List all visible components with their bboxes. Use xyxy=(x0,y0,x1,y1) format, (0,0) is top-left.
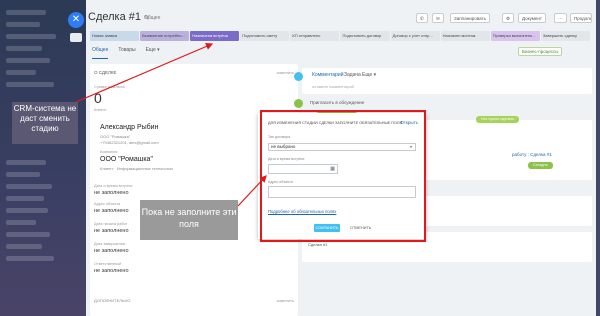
stage-item[interactable]: Новая заявка xyxy=(90,31,140,41)
phone-icon: ✆ xyxy=(420,16,424,21)
field-value: не заполнено xyxy=(94,248,129,254)
stage-item[interactable]: Выявление потребно... xyxy=(140,31,190,41)
edit-additional-link[interactable]: изменить xyxy=(277,298,294,303)
sidebar-ghost-line xyxy=(6,208,48,213)
client-label: Клиент xyxy=(94,108,107,112)
menu-toggle-button[interactable] xyxy=(70,33,82,42)
sidebar-ghost-line xyxy=(6,232,50,237)
tab-comment[interactable]: Комментарий xyxy=(312,72,344,78)
app-sidebar-backdrop xyxy=(0,0,86,316)
field-value: не заполнено xyxy=(94,268,129,274)
business-process-button[interactable]: Бизнес-процессы xyxy=(518,47,563,56)
stage-item[interactable]: Подготовить договор xyxy=(340,31,390,41)
sidebar-ghost-line xyxy=(6,184,52,189)
annotation-middle: Пока не заполните эти поля xyxy=(140,200,238,240)
sidebar-ghost-line xyxy=(6,58,50,63)
sidebar-ghost-line xyxy=(6,34,56,39)
deal-tabs: Общее Товары Еще ▾ xyxy=(92,47,160,59)
tab-general[interactable]: Общее xyxy=(92,47,109,59)
field-label: Дата начала работ xyxy=(94,222,128,226)
chat-icon xyxy=(294,99,303,108)
field-value: не заполнено xyxy=(94,208,129,214)
field-label: Дата и время встречи xyxy=(94,184,133,188)
contact-company: ООО "Ромашка" xyxy=(100,134,131,139)
more-button[interactable]: ⋯ xyxy=(554,13,567,23)
field-label: Адрес объекта xyxy=(94,202,121,206)
sum-label: Сумма и валюта xyxy=(94,84,125,89)
comment-input[interactable]: оставьте комментарий xyxy=(312,84,354,89)
task-pill: Что нужно сделать xyxy=(476,116,520,123)
company-sub: Клиент · Информационные технологии xyxy=(100,166,173,171)
stage-item[interactable]: КП отправлено xyxy=(290,31,340,41)
field-label: Дата завершения xyxy=(94,242,125,246)
today-pill: Сегодня xyxy=(528,162,553,169)
additional-section-title: ДОПОЛНИТЕЛЬНО xyxy=(94,298,131,303)
tab-task[interactable]: Задача xyxy=(344,72,361,78)
sum-value: 0 xyxy=(94,90,102,106)
plan-button[interactable]: Запланировать xyxy=(450,13,490,23)
edit-section-link[interactable]: изменить xyxy=(277,70,294,75)
field-label: Ответственный xyxy=(94,262,122,266)
comment-icon xyxy=(294,72,303,81)
deal-reference[interactable]: Сделка #1 xyxy=(308,242,327,247)
sidebar-ghost-line xyxy=(6,160,46,165)
stage-item[interactable]: Назначен монтаж xyxy=(440,31,490,41)
continue-button[interactable]: Продолжение xyxy=(570,13,592,23)
sidebar-ghost-line xyxy=(6,196,44,201)
sidebar-ghost-line xyxy=(6,244,42,249)
mail-button[interactable]: ✉ xyxy=(432,13,444,23)
annotation-highlight-box xyxy=(260,110,426,242)
stage-item[interactable]: Договор с учет отпр... xyxy=(390,31,440,41)
feed-editor: Комментарий Задача Еще ▾ оставьте коммен… xyxy=(302,68,592,94)
stage-item[interactable]: Подготовить смету xyxy=(240,31,290,41)
invite-link[interactable]: Пригласить в обсуждение xyxy=(310,100,364,105)
stage-bar: Новая заявка Выявление потребно... Назна… xyxy=(90,31,590,41)
contact-phone[interactable]: +79462321201, alex@gmail.com xyxy=(100,140,159,145)
contact-name[interactable]: Александр Рыбин xyxy=(100,124,158,131)
mail-icon: ✉ xyxy=(436,16,440,21)
field-value: не заполнено xyxy=(94,228,129,234)
sidebar-ghost-line xyxy=(6,82,54,87)
annotation-left: CRM-система не даст сменить стадию xyxy=(12,102,78,144)
company-name[interactable]: ООО "Ромашка" xyxy=(100,156,153,163)
tab-feed-more[interactable]: Еще ▾ xyxy=(362,72,376,78)
tab-products[interactable]: Товары xyxy=(118,47,135,59)
close-icon: ✕ xyxy=(71,14,81,25)
sidebar-ghost-line xyxy=(6,22,40,27)
sidebar-ghost-line xyxy=(6,220,36,225)
task-link[interactable]: работу : Сделка #1 xyxy=(512,152,552,157)
stage-item[interactable]: Проверка выполнено... xyxy=(490,31,540,41)
phone-button[interactable]: ✆ xyxy=(416,13,428,23)
sidebar-ghost-line xyxy=(6,10,46,15)
tab-more[interactable]: Еще ▾ xyxy=(146,47,160,59)
sidebar-ghost-line xyxy=(6,172,40,177)
close-slider-button[interactable]: ✕ xyxy=(68,12,84,28)
company-label: Компания xyxy=(100,150,118,154)
settings-button[interactable]: ⚙ xyxy=(502,13,515,23)
field-value: не заполнено xyxy=(94,190,129,196)
document-button[interactable]: Документ xyxy=(518,13,546,23)
sidebar-ghost-line xyxy=(6,70,36,75)
gear-icon: ⚙ xyxy=(506,16,511,21)
stage-item[interactable]: Завершить сделку xyxy=(540,31,590,41)
deal-title: Сделка #1 ✎ xyxy=(88,11,150,23)
sidebar-ghost-line xyxy=(6,46,42,51)
deal-title-text: Сделка #1 xyxy=(88,11,141,23)
deal-category[interactable]: Общее xyxy=(144,15,160,21)
sidebar-ghost-line xyxy=(6,256,54,261)
stage-item-current[interactable]: Назначена встреча xyxy=(190,31,240,41)
section-title: О СДЕЛКЕ xyxy=(94,70,117,75)
